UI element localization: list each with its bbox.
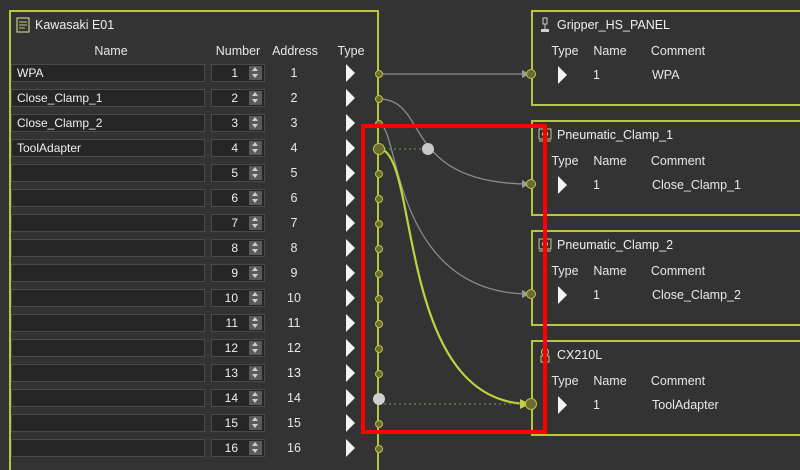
output-port[interactable] bbox=[375, 70, 383, 78]
output-port[interactable] bbox=[375, 445, 383, 453]
input-port[interactable] bbox=[526, 69, 536, 79]
selection-highlight bbox=[361, 124, 547, 434]
output-port[interactable] bbox=[375, 95, 383, 103]
